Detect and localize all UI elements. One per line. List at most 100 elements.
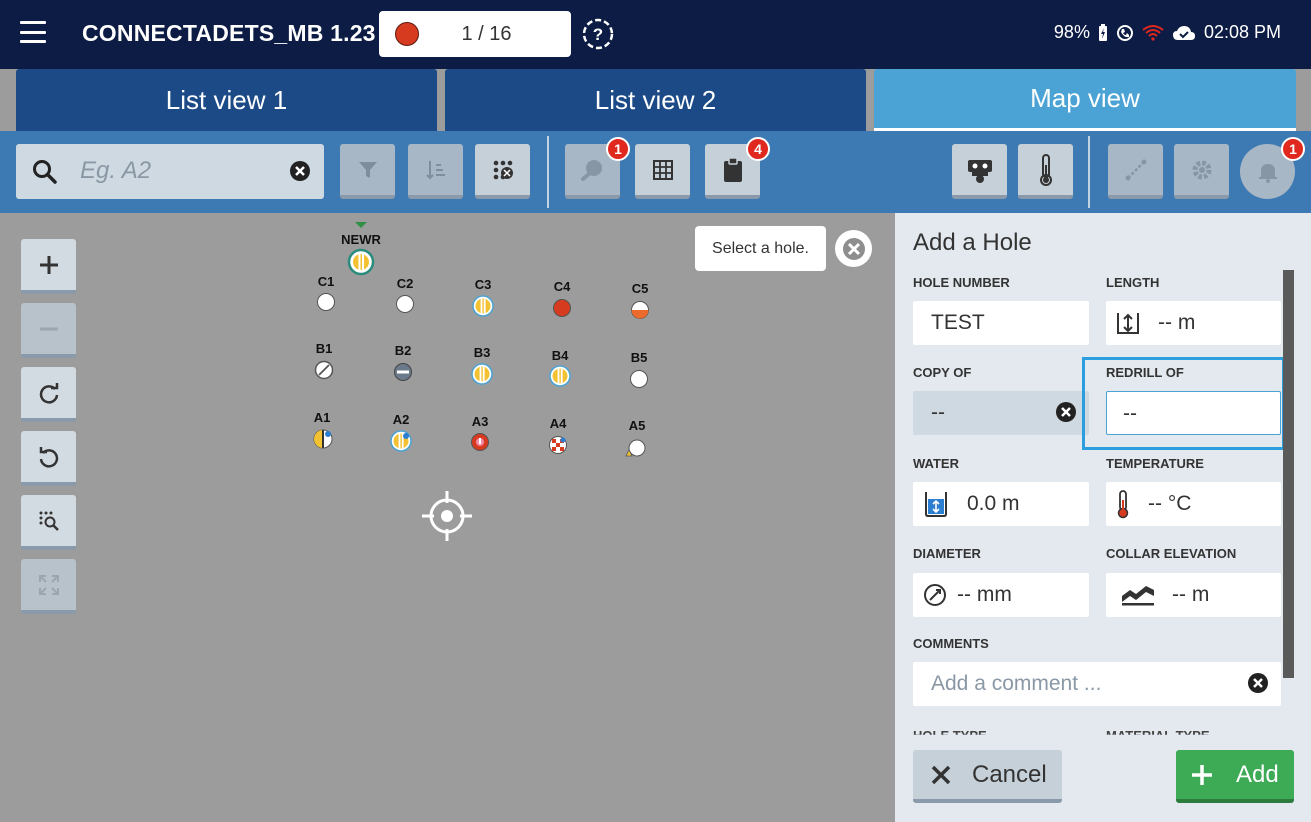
copy-of-value: -- xyxy=(931,401,945,424)
copy-of-field[interactable]: -- xyxy=(913,391,1089,435)
clear-copy-of-icon[interactable] xyxy=(1055,401,1077,423)
hole-label: B5 xyxy=(630,350,648,365)
measure-button[interactable] xyxy=(1108,144,1163,199)
clear-search-icon[interactable] xyxy=(289,160,311,182)
rotate-ccw-icon xyxy=(39,446,58,468)
diameter-field[interactable]: -- mm xyxy=(913,573,1089,617)
clipboard-badge: 4 xyxy=(746,137,770,161)
length-icon xyxy=(1117,313,1139,334)
collar-elevation-value: -- m xyxy=(1172,583,1210,606)
marker-button[interactable]: 1 xyxy=(565,137,630,199)
temperature-value: -- °C xyxy=(1148,492,1192,515)
settings-button[interactable] xyxy=(1174,144,1229,199)
toolbar-divider-2 xyxy=(1088,136,1090,208)
redrill-of-field[interactable]: -- xyxy=(1106,391,1281,435)
length-field[interactable]: -- m xyxy=(1106,301,1281,345)
hole-label: B3 xyxy=(473,345,491,360)
hole-number-value: TEST xyxy=(931,311,985,334)
marker-badge: 1 xyxy=(606,137,630,161)
menu-icon[interactable] xyxy=(20,21,46,43)
hole-type-label: HOLE TYPE xyxy=(913,728,987,743)
hole-label: B1 xyxy=(315,341,333,356)
close-tooltip-button[interactable] xyxy=(835,230,872,267)
collar-elevation-field[interactable]: -- m xyxy=(1106,573,1281,617)
water-field[interactable]: 0.0 m xyxy=(913,482,1089,526)
hole-label: C4 xyxy=(553,279,571,294)
fit-extent-button[interactable] xyxy=(21,559,76,614)
hole-c5[interactable] xyxy=(630,300,650,320)
redrill-of-label: REDRILL OF xyxy=(1106,365,1184,380)
status-bar: 98% 02:08 PM xyxy=(1054,22,1281,43)
patterns-button[interactable] xyxy=(475,144,530,199)
measure-icon xyxy=(1125,159,1146,180)
tab-list-view-2[interactable]: List view 2 xyxy=(445,69,866,131)
copy-of-label: COPY OF xyxy=(913,365,972,380)
hole-a1[interactable] xyxy=(312,428,334,450)
hole-newr[interactable] xyxy=(347,248,375,276)
sort-icon xyxy=(425,160,445,179)
cancel-button[interactable]: Cancel xyxy=(913,750,1062,803)
clock-text: 02:08 PM xyxy=(1203,22,1281,42)
comments-label: COMMENTS xyxy=(913,636,989,651)
hole-a5[interactable] xyxy=(625,438,647,460)
close-icon xyxy=(842,237,865,260)
drill-marker-icon xyxy=(580,159,602,181)
tab-map-view[interactable]: Map view xyxy=(874,69,1296,131)
hole-label: C2 xyxy=(396,276,414,291)
hole-label: A2 xyxy=(392,412,410,427)
panel-scrollbar[interactable] xyxy=(1283,270,1294,678)
hole-c4[interactable] xyxy=(552,298,572,318)
hole-a4[interactable] xyxy=(548,435,568,455)
top-bar: CONNECTADETS_MB 1.23 1 / 16 ? 98% 02:08 … xyxy=(0,0,1311,69)
sort-button[interactable] xyxy=(408,144,463,199)
map-canvas[interactable]: Select a hole. NEWR C1 C2 C3 C4 C5 B1 B2… xyxy=(0,213,895,822)
hole-label: B2 xyxy=(394,343,412,358)
hole-number-field[interactable]: TEST xyxy=(913,301,1089,345)
hole-b2[interactable] xyxy=(393,362,413,382)
zoom-selection-button[interactable] xyxy=(21,495,76,550)
hole-label: C1 xyxy=(317,274,335,289)
hole-c1[interactable] xyxy=(316,292,336,312)
zoom-in-button[interactable] xyxy=(21,239,76,294)
hole-b4[interactable] xyxy=(549,365,571,387)
length-label: LENGTH xyxy=(1106,275,1160,290)
crosshair-icon[interactable] xyxy=(420,489,474,543)
add-button[interactable]: Add xyxy=(1176,750,1294,803)
hole-b3[interactable] xyxy=(471,363,493,385)
temperature-field[interactable]: -- °C xyxy=(1106,482,1281,526)
tab-list-view-1[interactable]: List view 1 xyxy=(16,69,437,131)
clear-comment-icon[interactable] xyxy=(1247,672,1269,694)
dots-pattern-icon xyxy=(493,160,513,179)
hole-a3[interactable] xyxy=(470,432,490,452)
hole-b1[interactable] xyxy=(314,360,334,380)
rotate-clockwise-button[interactable] xyxy=(21,367,76,422)
plus-icon xyxy=(1192,764,1212,785)
hole-b5[interactable] xyxy=(629,369,649,389)
search-input[interactable] xyxy=(80,155,280,187)
hole-a2[interactable] xyxy=(390,430,412,452)
hole-counter[interactable]: 1 / 16 xyxy=(379,11,571,57)
hole-c2[interactable] xyxy=(395,294,415,314)
search-box[interactable] xyxy=(16,144,324,199)
comments-field[interactable]: Add a comment ... xyxy=(913,662,1281,706)
rotate-counterclockwise-button[interactable] xyxy=(21,431,76,486)
hole-label: C5 xyxy=(631,281,649,296)
rotate-cw-icon xyxy=(39,382,58,404)
hole-label: C3 xyxy=(474,277,492,292)
filter-button[interactable] xyxy=(340,144,395,199)
hole-label: NEWR xyxy=(341,232,381,247)
minus-icon xyxy=(39,327,58,330)
clipboard-button[interactable]: 4 xyxy=(705,137,770,199)
grid-button[interactable] xyxy=(635,144,690,199)
truck-button[interactable] xyxy=(952,144,1007,199)
notifications-button[interactable]: 1 xyxy=(1240,137,1305,199)
help-icon[interactable]: ? xyxy=(582,18,614,50)
hole-label: A4 xyxy=(549,416,567,431)
elevation-icon xyxy=(1122,586,1154,606)
temperature-button[interactable] xyxy=(1018,144,1073,199)
hole-c3[interactable] xyxy=(472,295,494,317)
wifi-off-icon xyxy=(1142,24,1164,41)
zoom-out-button[interactable] xyxy=(21,303,76,358)
close-x-icon xyxy=(931,765,951,784)
length-value: -- m xyxy=(1158,311,1196,334)
